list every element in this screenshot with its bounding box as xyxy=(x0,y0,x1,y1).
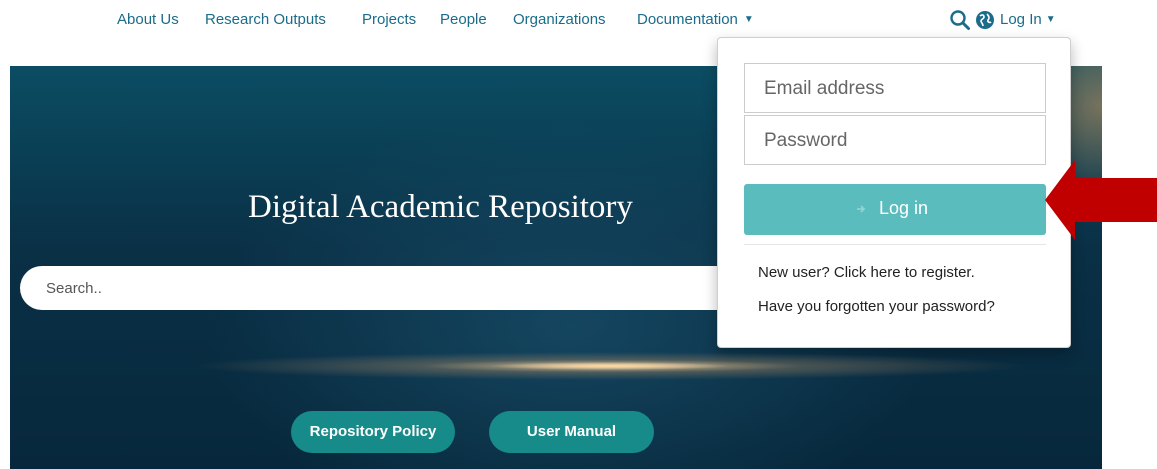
login-submit-label: Log in xyxy=(879,198,929,218)
nav-research-outputs[interactable]: Research Outputs xyxy=(205,11,326,28)
email-placeholder: Email address xyxy=(764,78,885,99)
email-field[interactable]: Email address xyxy=(744,63,1046,113)
dropdown-divider xyxy=(744,244,1046,245)
nav-documentation-label: Documentation xyxy=(637,11,738,28)
forgot-password-link[interactable]: Have you forgotten your password? xyxy=(758,298,995,315)
search-icon[interactable] xyxy=(949,9,971,31)
hero-title: Digital Academic Repository xyxy=(248,189,633,225)
nav-documentation[interactable]: Documentation ▼ xyxy=(637,11,754,28)
caret-down-icon: ▼ xyxy=(1045,14,1056,25)
caret-down-icon: ▼ xyxy=(743,14,754,25)
nav-organizations[interactable]: Organizations xyxy=(513,11,606,28)
login-menu-label: Log In xyxy=(1000,11,1042,28)
password-placeholder: Password xyxy=(764,130,848,151)
nav-projects[interactable]: Projects xyxy=(362,11,416,28)
repository-policy-button[interactable]: Repository Policy xyxy=(291,411,455,453)
nav-about-us[interactable]: About Us xyxy=(117,11,179,28)
login-submit-button[interactable]: Log in xyxy=(744,184,1046,235)
login-dropdown: Email address Password Log in New user? … xyxy=(717,37,1071,348)
register-link[interactable]: New user? Click here to register. xyxy=(758,264,975,281)
nav-people[interactable]: People xyxy=(440,11,487,28)
user-manual-button[interactable]: User Manual xyxy=(489,411,654,453)
login-menu-toggle[interactable]: Log In ▼ xyxy=(1000,11,1056,28)
sign-in-icon xyxy=(857,205,866,213)
hero-search-placeholder: Search.. xyxy=(46,280,102,297)
annotation-arrow-icon xyxy=(1045,160,1157,240)
globe-icon[interactable] xyxy=(975,10,995,30)
password-field[interactable]: Password xyxy=(744,115,1046,165)
